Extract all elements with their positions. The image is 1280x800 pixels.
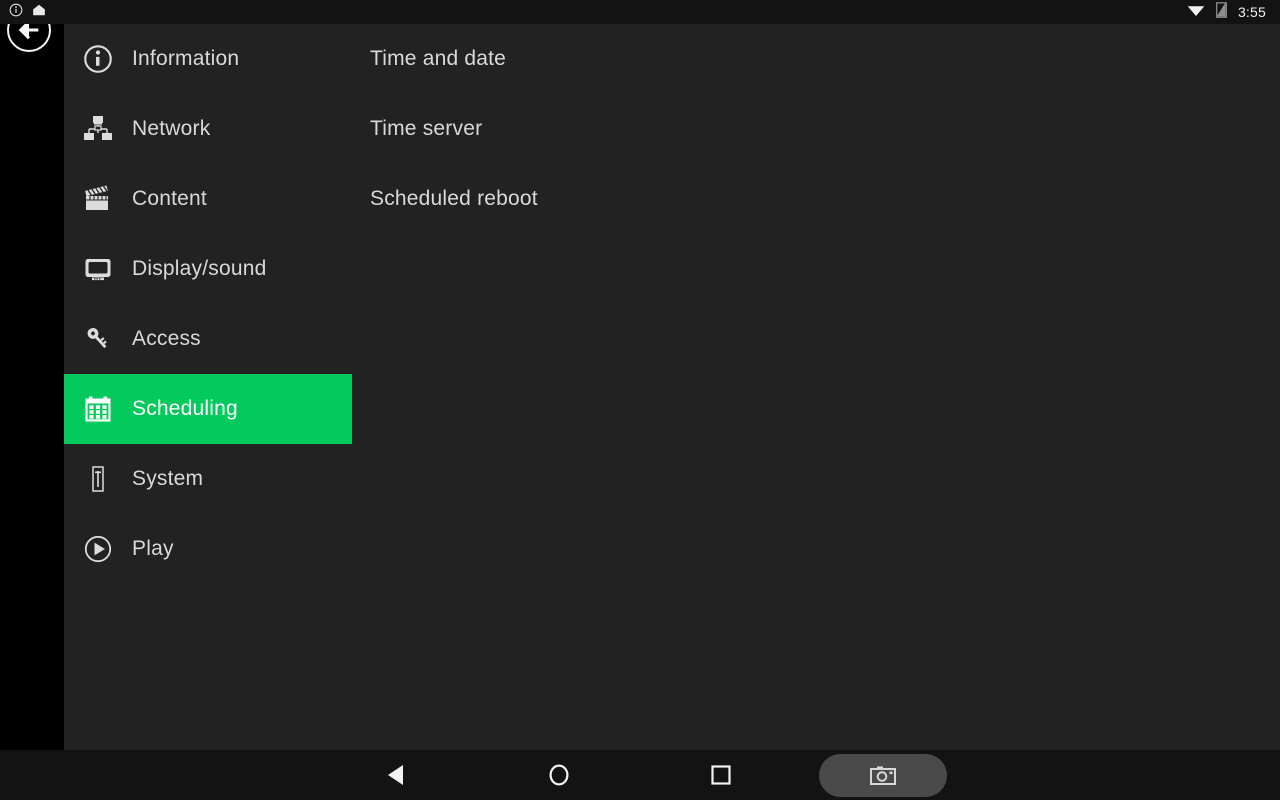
- clapperboard-icon: [83, 184, 113, 214]
- info-circle-icon: [9, 3, 23, 22]
- sidebar-item-label: Display/sound: [132, 257, 267, 280]
- sidebar-item-label: Information: [132, 47, 240, 70]
- android-navigation-bar: [0, 750, 1280, 800]
- triangle-left-icon: [388, 765, 403, 785]
- circle-icon: [549, 764, 569, 786]
- setting-item-scheduled-reboot[interactable]: Scheduled reboot: [370, 164, 970, 234]
- status-bar-clock: 3:55: [1237, 4, 1266, 20]
- sidebar-item-system[interactable]: System: [64, 444, 352, 514]
- settings-content-panel: Information Network Content Display/soun…: [64, 24, 1280, 750]
- settings-options-list: Time and date Time server Scheduled rebo…: [370, 24, 970, 234]
- home-upload-icon: [32, 3, 46, 21]
- status-bar-right-icons: 3:55: [1187, 0, 1266, 24]
- sidebar-item-label: Scheduling: [132, 397, 238, 420]
- left-rail: [0, 0, 64, 750]
- sidebar-item-display-sound[interactable]: Display/sound: [64, 234, 352, 304]
- settings-category-menu: Information Network Content Display/soun…: [64, 24, 352, 584]
- nav-screenshot-button[interactable]: [819, 754, 947, 797]
- setting-item-label: Time and date: [370, 47, 507, 70]
- wifi-icon: [1187, 3, 1205, 22]
- setting-item-time-server[interactable]: Time server: [370, 94, 970, 164]
- setting-item-time-and-date[interactable]: Time and date: [370, 24, 970, 94]
- setting-item-label: Scheduled reboot: [370, 187, 538, 210]
- monitor-icon: [83, 254, 113, 284]
- sidebar-item-play[interactable]: Play: [64, 514, 352, 584]
- nav-recents-button[interactable]: [705, 761, 737, 789]
- play-circle-icon: [83, 534, 113, 564]
- sidebar-item-access[interactable]: Access: [64, 304, 352, 374]
- info-circle-icon: [83, 44, 113, 74]
- status-bar: 3:55: [0, 0, 1280, 24]
- key-icon: [83, 324, 113, 354]
- setting-item-label: Time server: [370, 117, 483, 140]
- sidebar-item-scheduling[interactable]: Scheduling: [64, 374, 352, 444]
- status-bar-left-icons: [9, 0, 46, 24]
- sidebar-item-label: Network: [132, 117, 211, 140]
- sidebar-item-label: Access: [132, 327, 201, 350]
- sidebar-item-label: System: [132, 467, 204, 490]
- camera-icon: [870, 766, 896, 785]
- app-screen: 3:55 Information Network Content Display…: [0, 0, 1280, 800]
- sidebar-item-network[interactable]: Network: [64, 94, 352, 164]
- sidebar-item-information[interactable]: Information: [64, 24, 352, 94]
- sidebar-item-label: Content: [132, 187, 207, 210]
- signal-off-icon: [1215, 1, 1228, 23]
- network-icon: [83, 114, 113, 144]
- sidebar-item-label: Play: [132, 537, 174, 560]
- nav-back-button[interactable]: [381, 761, 413, 789]
- sidebar-item-content[interactable]: Content: [64, 164, 352, 234]
- calendar-icon: [83, 394, 113, 424]
- device-tower-icon: [83, 464, 113, 494]
- square-icon: [711, 765, 731, 785]
- nav-home-button[interactable]: [543, 761, 575, 789]
